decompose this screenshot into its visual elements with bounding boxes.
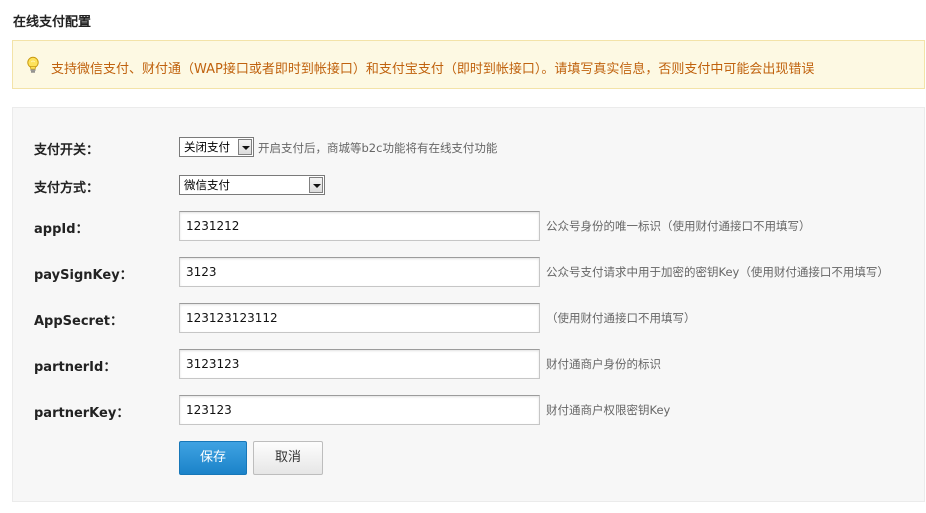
app-id-label: appId： (34, 222, 89, 237)
partner-key-hint: 财付通商户权限密钥Key (546, 403, 671, 417)
partner-id-input[interactable]: 3123123 (179, 349, 540, 379)
partner-id-hint: 财付通商户身份的标识 (546, 357, 661, 371)
notice-text: 支持微信支付、财付通（WAP接口或者即时到帐接口）和支付宝支付（即时到帐接口）。… (51, 62, 815, 77)
page-title: 在线支付配置 (13, 15, 92, 30)
cancel-button[interactable]: 取消 (253, 441, 323, 475)
payment-method-label: 支付方式： (34, 181, 100, 196)
payment-switch-hint: 开启支付后，商城等b2c功能将有在线支付功能 (258, 141, 498, 155)
partner-key-label: partnerKey： (34, 406, 130, 421)
app-secret-label: AppSecret： (34, 314, 124, 329)
app-secret-input[interactable]: 123123123112 (179, 303, 540, 333)
app-id-input[interactable]: 1231212 (179, 211, 540, 241)
save-button[interactable]: 保存 (179, 441, 247, 475)
chevron-down-icon[interactable] (238, 139, 252, 155)
pay-sign-key-label: paySignKey： (34, 268, 133, 283)
notice-banner: 支持微信支付、财付通（WAP接口或者即时到帐接口）和支付宝支付（即时到帐接口）。… (12, 40, 925, 89)
pay-sign-key-input[interactable]: 3123 (179, 257, 540, 287)
payment-switch-value: 关闭支付 (184, 140, 230, 154)
lightbulb-icon (25, 56, 41, 74)
payment-switch-select[interactable]: 关闭支付 (179, 137, 254, 157)
pay-sign-key-hint: 公众号支付请求中用于加密的密钥Key（使用财付通接口不用填写） (546, 265, 889, 279)
partner-key-input[interactable]: 123123 (179, 395, 540, 425)
payment-switch-label: 支付开关： (34, 143, 100, 158)
payment-method-select[interactable]: 微信支付 (179, 175, 325, 195)
payment-method-value: 微信支付 (184, 178, 230, 192)
partner-id-label: partnerId： (34, 360, 117, 375)
app-id-hint: 公众号身份的唯一标识（使用财付通接口不用填写） (546, 219, 811, 233)
chevron-down-icon[interactable] (309, 177, 323, 193)
app-secret-hint: （使用财付通接口不用填写） (546, 311, 696, 325)
